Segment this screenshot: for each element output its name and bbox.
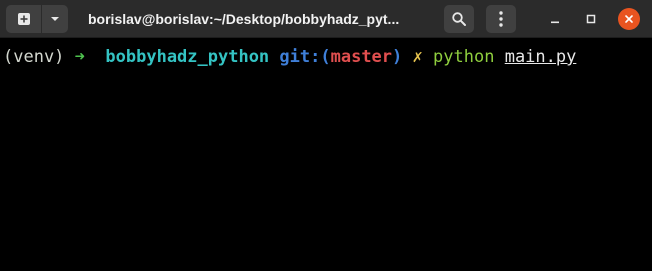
- current-directory: bobbyhadz_python: [105, 47, 270, 67]
- git-suffix: ): [392, 47, 403, 67]
- new-tab-split-button: [6, 5, 68, 33]
- window-title: borislav@borislav:~/Desktop/bobbyhadz_py…: [88, 11, 400, 27]
- prompt-line: (venv) ➜ bobbyhadz_python git:(master) ✗…: [3, 46, 576, 68]
- chevron-down-icon: [51, 17, 59, 21]
- new-tab-button[interactable]: [6, 5, 42, 33]
- git-branch: master: [330, 47, 393, 67]
- git-prefix: git:(: [279, 47, 331, 67]
- search-icon: [452, 12, 466, 26]
- git-dirty-marker: ✗: [412, 47, 423, 67]
- search-button[interactable]: [444, 5, 474, 33]
- venv-indicator: (venv): [3, 47, 65, 67]
- terminal-window: borislav@borislav:~/Desktop/bobbyhadz_py…: [0, 0, 652, 271]
- kebab-menu-icon: [499, 11, 503, 27]
- maximize-icon: [586, 14, 596, 24]
- command-argument: main.py: [504, 47, 577, 67]
- close-icon: [625, 15, 633, 23]
- minimize-icon: [551, 21, 559, 24]
- main-menu-button[interactable]: [486, 5, 516, 33]
- title-bar: borislav@borislav:~/Desktop/bobbyhadz_py…: [0, 0, 652, 38]
- new-tab-menu-button[interactable]: [42, 5, 68, 33]
- prompt-arrow: ➜: [74, 47, 85, 67]
- minimize-button[interactable]: [544, 8, 566, 30]
- close-button[interactable]: [618, 8, 640, 30]
- maximize-button[interactable]: [580, 8, 602, 30]
- terminal-output[interactable]: (venv) ➜ bobbyhadz_python git:(master) ✗…: [0, 38, 652, 271]
- command-text: python: [433, 47, 495, 67]
- new-tab-icon: [17, 13, 30, 25]
